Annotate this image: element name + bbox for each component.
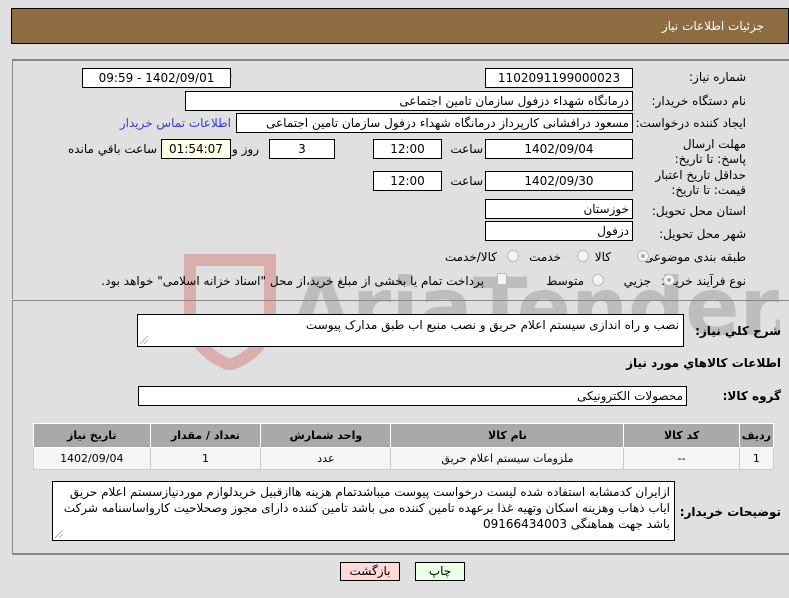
back-button[interactable]: بازگشت <box>340 562 400 581</box>
resize-handle-icon[interactable] <box>55 530 63 538</box>
creator-field: مسعود درافشانی کارپرداز درمانگاه شهداء د… <box>236 113 633 133</box>
treasury-payment-checkbox[interactable] <box>497 273 507 285</box>
reply-date-field: 1402/09/04 <box>485 139 633 159</box>
reply-time-field: 12:00 <box>373 139 442 159</box>
cell-need-date: 1402/09/04 <box>33 447 151 470</box>
creator-label: ایجاد کننده درخواست: <box>635 116 746 130</box>
col-goods-name: نام کالا <box>390 423 625 448</box>
price-validity-label: حداقل تاریخ اعتبار قیمت: تا تاریخ: <box>655 168 746 197</box>
buyer-notes-line: ازایران کدمشابه استفاده شده لیست درخواست… <box>69 485 670 499</box>
category-option-service: خدمت <box>529 250 561 264</box>
category-radio-service[interactable] <box>577 250 589 262</box>
description-text: نصب و راه اندازی سیستم اعلام حریق و نصب … <box>305 318 679 332</box>
buyer-notes-textarea[interactable]: ازایران کدمشابه استفاده شده لیست درخواست… <box>52 481 675 541</box>
price-validity-time-field: 12:00 <box>373 171 442 191</box>
page-title: جزئیات اطلاعات نیاز <box>661 19 764 33</box>
print-button[interactable]: چاپ <box>415 562 465 581</box>
goods-group-field: محصولات الکترونیکی <box>138 386 687 406</box>
time-remaining-field: 01:54:07 <box>161 139 231 159</box>
buyer-notes-label: توضیحات خریدار: <box>679 505 781 519</box>
process-option-minor: جزیي <box>623 274 651 288</box>
goods-group-label: گروه کالا: <box>722 389 781 403</box>
goods-table: ردیف کد کالا نام کالا واحد شمارش تعداد /… <box>33 423 775 470</box>
description-label: شرح كلي نياز: <box>695 324 781 338</box>
buyer-org-field: درمانگاه شهداء دزفول سازمان تامین اجتماع… <box>185 91 633 111</box>
days-label: روز و <box>232 142 259 156</box>
buyer-notes-line: باشد جهت هماهنگی 09166434003 <box>482 517 670 531</box>
category-radio-goods[interactable] <box>637 250 649 262</box>
process-radio-medium[interactable] <box>592 274 604 286</box>
city-field: دزفول <box>485 221 633 241</box>
price-validity-date-field: 1402/09/30 <box>485 171 633 191</box>
treasury-payment-note: پرداخت تمام یا بخشی از مبلغ خرید،از محل … <box>101 274 484 288</box>
cell-goods-code: -- <box>623 447 740 470</box>
cell-unit: عدد <box>260 447 392 470</box>
resize-handle-icon[interactable] <box>140 336 148 344</box>
buyer-notes-line: ایاب ذهاب وهزینه اسکان وتهیه غذا برعهده … <box>63 501 670 515</box>
buyer-contact-link[interactable]: اطلاعات تماس خریدار <box>120 116 231 130</box>
page-header: جزئیات اطلاعات نیاز <box>11 8 789 44</box>
goods-section-title: اطلاعات كالاهاي مورد نياز <box>626 356 781 370</box>
col-unit: واحد شمارش <box>260 423 392 448</box>
category-radio-goods-service[interactable] <box>507 250 519 262</box>
city-label: شهر محل تحویل: <box>659 227 746 241</box>
description-textarea[interactable]: نصب و راه اندازی سیستم اعلام حریق و نصب … <box>137 314 684 347</box>
table-row: 1 -- ملزومات سیستم اعلام حریق عدد 1 1402… <box>33 447 775 470</box>
col-goods-code: کد کالا <box>623 423 740 448</box>
need-number-field: 1102091199000023 <box>485 68 633 88</box>
cell-goods-name: ملزومات سیستم اعلام حریق <box>390 447 625 470</box>
province-field: خوزستان <box>485 199 633 219</box>
category-option-goods-service: کالا/خدمت <box>444 250 497 264</box>
reply-time-label: ساعت <box>450 142 483 156</box>
cell-row-number: 1 <box>738 447 775 470</box>
province-label: استان محل تحویل: <box>651 204 746 218</box>
price-time-label: ساعت <box>450 174 483 188</box>
days-remaining-field: 3 <box>269 139 335 159</box>
process-radio-minor[interactable] <box>663 274 675 286</box>
cell-quantity: 1 <box>149 447 262 470</box>
time-remaining-label: ساعت باقي مانده <box>67 142 157 156</box>
goods-table-header: ردیف کد کالا نام کالا واحد شمارش تعداد /… <box>33 423 775 448</box>
need-number-label: شماره نیاز: <box>689 70 746 84</box>
process-option-medium: متوسط <box>546 274 584 288</box>
buyer-org-label: نام دستگاه خریدار: <box>651 94 747 108</box>
col-need-date: تاریخ نیاز <box>33 423 151 448</box>
announce-datetime-field: 1402/09/01 - 09:59 <box>82 68 231 88</box>
col-row-number: ردیف <box>738 423 775 448</box>
reply-deadline-label: مهلت ارسال پاسخ: تا تاریخ: <box>674 137 746 166</box>
col-quantity: تعداد / مقدار <box>149 423 262 448</box>
category-label: طبقه بندی موضوعی: <box>639 250 746 264</box>
category-option-goods: کالا <box>594 250 611 264</box>
